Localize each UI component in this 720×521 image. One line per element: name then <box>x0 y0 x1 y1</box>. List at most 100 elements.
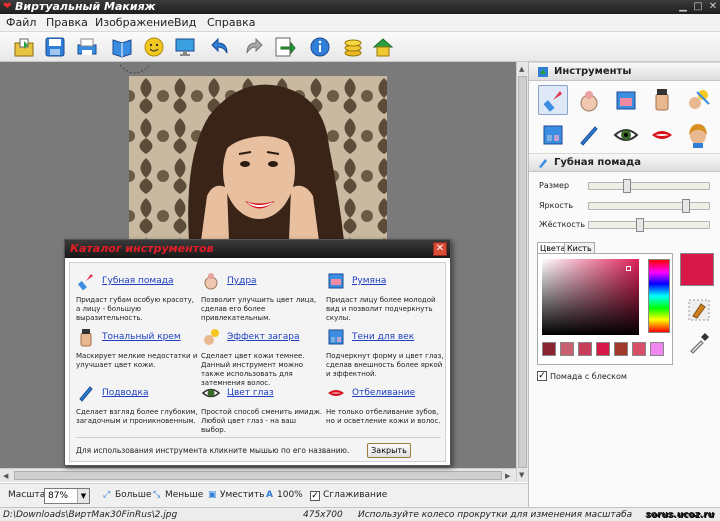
hardness-label: Жёсткость <box>539 220 586 229</box>
size-label: Размер <box>539 181 570 190</box>
catalog-desc-lipstick: Придаст губам особую красоту, а лицу - б… <box>76 296 194 322</box>
monitor-icon[interactable] <box>173 35 197 59</box>
eyeshadow-tool[interactable] <box>538 120 568 150</box>
chevron-down-icon[interactable]: ▼ <box>77 489 89 503</box>
saturation-square[interactable] <box>542 259 639 335</box>
info-icon[interactable] <box>308 35 332 59</box>
blush-tool[interactable] <box>611 85 641 115</box>
blush-icon <box>326 271 346 291</box>
catalog-link-whitening[interactable]: Отбеливание <box>352 388 415 398</box>
swatch[interactable] <box>614 342 628 356</box>
export-icon[interactable] <box>272 35 296 59</box>
brush-icon[interactable] <box>687 298 711 322</box>
tan-tool[interactable] <box>683 85 713 115</box>
catalog-link-foundation[interactable]: Тональный крем <box>102 332 181 342</box>
book-icon[interactable] <box>110 35 134 59</box>
fit-icon: ▣ <box>208 490 217 500</box>
minimize-button[interactable]: ▁ <box>676 1 690 13</box>
powder-tool[interactable] <box>574 85 604 115</box>
gloss-checkbox[interactable]: ✓ <box>537 371 547 381</box>
whitening-tool[interactable] <box>647 120 677 150</box>
zoom-fit-button[interactable]: Уместить <box>220 490 264 500</box>
zoom-select[interactable]: 87% ▼ <box>44 488 90 504</box>
dialog-footer-hint: Для использования инструмента кликните м… <box>76 446 350 455</box>
catalog-desc-blush: Придаст лицу более молодой вид и позволи… <box>326 296 436 322</box>
catalog-desc-eyeliner: Сделает взгляд более глубоким, загадочны… <box>76 408 198 425</box>
lipstick-icon <box>539 159 547 168</box>
hardness-slider-knob[interactable] <box>636 218 645 232</box>
menu-help[interactable]: Справка <box>207 16 255 30</box>
selected-color-preview[interactable] <box>680 253 714 286</box>
save-icon[interactable] <box>43 35 67 59</box>
tools-section-header: Инструменты <box>529 62 720 81</box>
swatch[interactable] <box>632 342 646 356</box>
catalog-link-eyeliner[interactable]: Подводка <box>102 388 148 398</box>
home-icon[interactable] <box>371 35 395 59</box>
menu-view[interactable]: Вид <box>174 16 196 30</box>
scroll-left-icon[interactable]: ◀ <box>3 472 8 480</box>
size-slider[interactable] <box>588 179 710 193</box>
coins-icon[interactable] <box>341 35 365 59</box>
dialog-close-icon[interactable]: ✕ <box>433 242 447 256</box>
hair-tool[interactable] <box>683 120 713 150</box>
vertical-scroll-thumb[interactable] <box>518 76 527 468</box>
catalog-desc-eye-color: Простой способ сменить имидж. Любой цвет… <box>201 408 323 434</box>
maximize-button[interactable]: □ <box>691 1 705 13</box>
undo-icon[interactable] <box>209 35 233 59</box>
catalog-desc-whitening: Не только отбеливание зубов, но и осветл… <box>326 408 441 425</box>
file-path: D:\Downloads\ВиртМак30FinRus\2.jpg <box>3 510 178 520</box>
brightness-slider-knob[interactable] <box>681 199 690 213</box>
swatch[interactable] <box>650 342 664 356</box>
swatch[interactable] <box>542 342 556 356</box>
app-heart-icon: ❤ <box>3 1 12 12</box>
swatch[interactable] <box>560 342 574 356</box>
scroll-right-icon[interactable]: ▶ <box>505 472 510 480</box>
eyeliner-tool[interactable] <box>574 120 604 150</box>
catalog-desc-eyeshadow: Подчеркнут форму и цвет глаз, сделав вне… <box>326 352 444 378</box>
eyedropper-icon[interactable] <box>687 331 711 355</box>
menu-file[interactable]: Файл <box>6 16 36 30</box>
brightness-slider[interactable] <box>588 199 710 213</box>
scroll-up-icon[interactable]: ▲ <box>519 65 524 73</box>
catalog-item-foundation: Тональный крем Маскирует мелкие недостат… <box>70 325 197 381</box>
catalog-link-powder[interactable]: Пудра <box>227 276 257 286</box>
catalog-link-eyeshadow[interactable]: Тени для век <box>352 332 414 342</box>
horizontal-scroll-thumb[interactable] <box>14 471 502 480</box>
size-slider-knob[interactable] <box>622 179 631 193</box>
catalog-link-eye-color[interactable]: Цвет глаз <box>227 388 274 398</box>
lips-icon <box>326 383 346 403</box>
zoom-bigger-button[interactable]: Больше <box>115 490 152 500</box>
zoom-100-button[interactable]: 100% <box>277 490 303 500</box>
redo-icon[interactable] <box>241 35 265 59</box>
catalog-link-blush[interactable]: Румяна <box>352 276 386 286</box>
smoothing-label: Сглаживание <box>323 490 388 500</box>
dialog-close-button[interactable]: Закрыть <box>367 443 411 458</box>
brightness-label: Яркость <box>539 201 574 210</box>
smile-icon[interactable] <box>142 35 166 59</box>
eyeshadow-icon <box>326 327 346 347</box>
right-panel: Инструменты Губная помада Размер Яркость… <box>528 62 720 507</box>
menu-edit[interactable]: Правка <box>46 16 88 30</box>
menu-image[interactable]: Изображение <box>95 16 174 30</box>
color-cursor <box>626 266 631 271</box>
swatch[interactable] <box>596 342 610 356</box>
catalog-link-lipstick[interactable]: Губная помада <box>102 276 173 286</box>
swatch[interactable] <box>578 342 592 356</box>
color-picker <box>537 253 673 365</box>
smoothing-checkbox[interactable]: ✓ <box>310 491 320 501</box>
print-icon[interactable] <box>75 35 99 59</box>
vertical-scrollbar[interactable]: ▲ ▼ <box>516 62 528 482</box>
zoom-smaller-button[interactable]: Меньше <box>165 490 203 500</box>
lipstick-tool[interactable] <box>538 85 568 115</box>
close-window-button[interactable]: ✕ <box>706 1 720 13</box>
horizontal-scrollbar[interactable]: ◀ ▶ <box>0 468 516 482</box>
hue-bar[interactable] <box>648 259 670 333</box>
portrait-photo <box>129 76 387 241</box>
open-icon[interactable] <box>12 35 36 59</box>
eye-color-tool[interactable] <box>611 120 641 150</box>
scroll-down-icon[interactable]: ▼ <box>519 471 524 479</box>
foundation-tool[interactable] <box>647 85 677 115</box>
hardness-slider[interactable] <box>588 218 710 232</box>
catalog-link-tan[interactable]: Эффект загара <box>227 332 300 342</box>
zoom-bar: Масштаб 87% ▼ ⤢ Больше ⤡ Меньше ▣ Уместит… <box>0 483 528 507</box>
